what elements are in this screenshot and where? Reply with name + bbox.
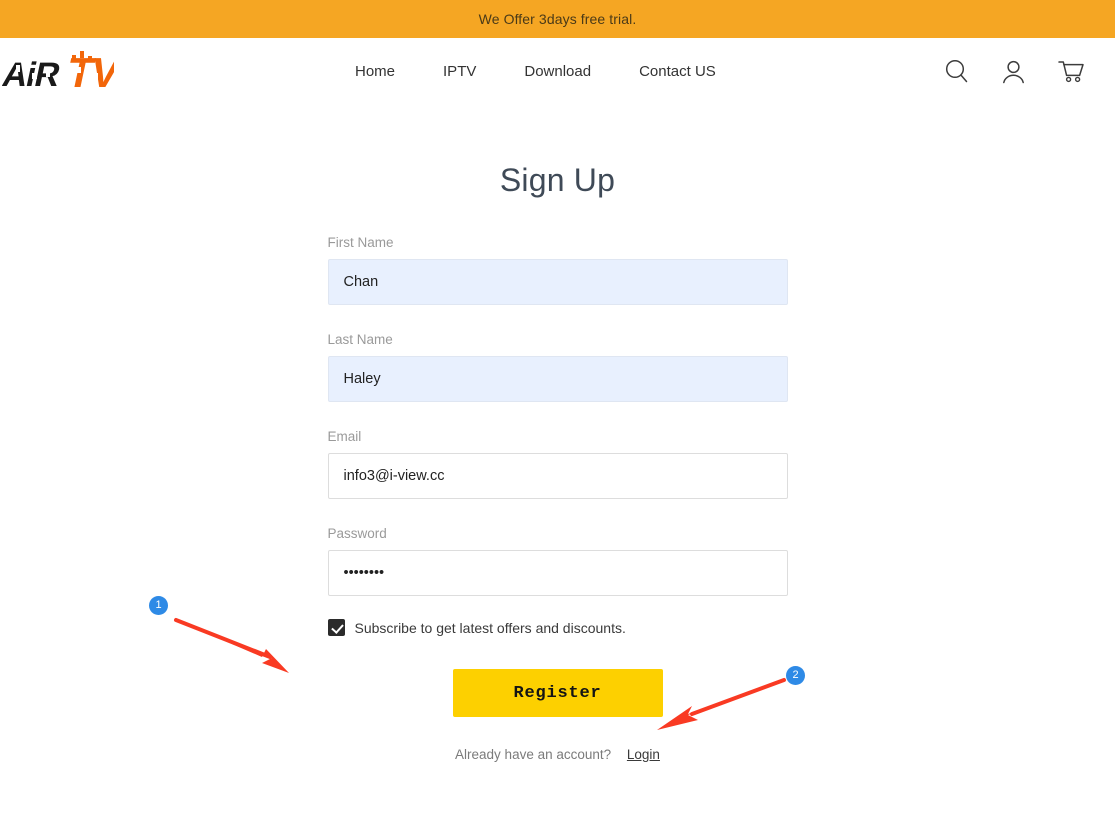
field-first-name: First Name [327,235,788,305]
search-icon[interactable] [943,58,970,85]
password-input[interactable] [327,550,788,596]
promo-banner-text: We Offer 3days free trial. [478,11,637,27]
signup-form: First Name Last Name Email Password Subs… [327,199,788,762]
first-name-input[interactable] [327,259,788,305]
subscribe-checkbox[interactable] [327,619,345,636]
site-header: AiR TV Home IPTV Download Contact US [0,38,1115,104]
airtv-logo-icon: AiR TV [2,49,114,95]
email-label: Email [327,429,362,444]
subscribe-row: Subscribe to get latest offers and disco… [327,619,788,636]
nav-home[interactable]: Home [355,63,419,80]
last-name-label: Last Name [327,332,393,347]
user-icon[interactable] [1000,58,1027,85]
nav-contact-us[interactable]: Contact US [615,63,740,80]
email-input[interactable] [327,453,788,499]
nav-iptv[interactable]: IPTV [419,63,500,80]
first-name-label: First Name [327,235,394,250]
last-name-input[interactable] [327,356,788,402]
page-title: Sign Up [499,162,616,198]
signup-page: Sign Up First Name Last Name Email Passw… [0,104,1115,762]
airtv-logo[interactable]: AiR TV [2,38,117,104]
login-prompt-text: Already have an account? [455,747,612,762]
subscribe-label[interactable]: Subscribe to get latest offers and disco… [355,620,626,636]
nav-download[interactable]: Download [500,63,615,80]
login-link[interactable]: Login [627,747,660,762]
field-email: Email [327,429,788,499]
main-navigation: Home IPTV Download Contact US [355,38,740,104]
field-last-name: Last Name [327,332,788,402]
login-prompt-row: Already have an account? Login [328,747,788,762]
register-button[interactable]: Register [452,669,663,717]
header-icon-group [943,38,1085,104]
cart-icon[interactable] [1057,58,1085,85]
field-password: Password [327,526,788,596]
password-label: Password [327,526,387,541]
promo-banner: We Offer 3days free trial. [0,0,1115,38]
